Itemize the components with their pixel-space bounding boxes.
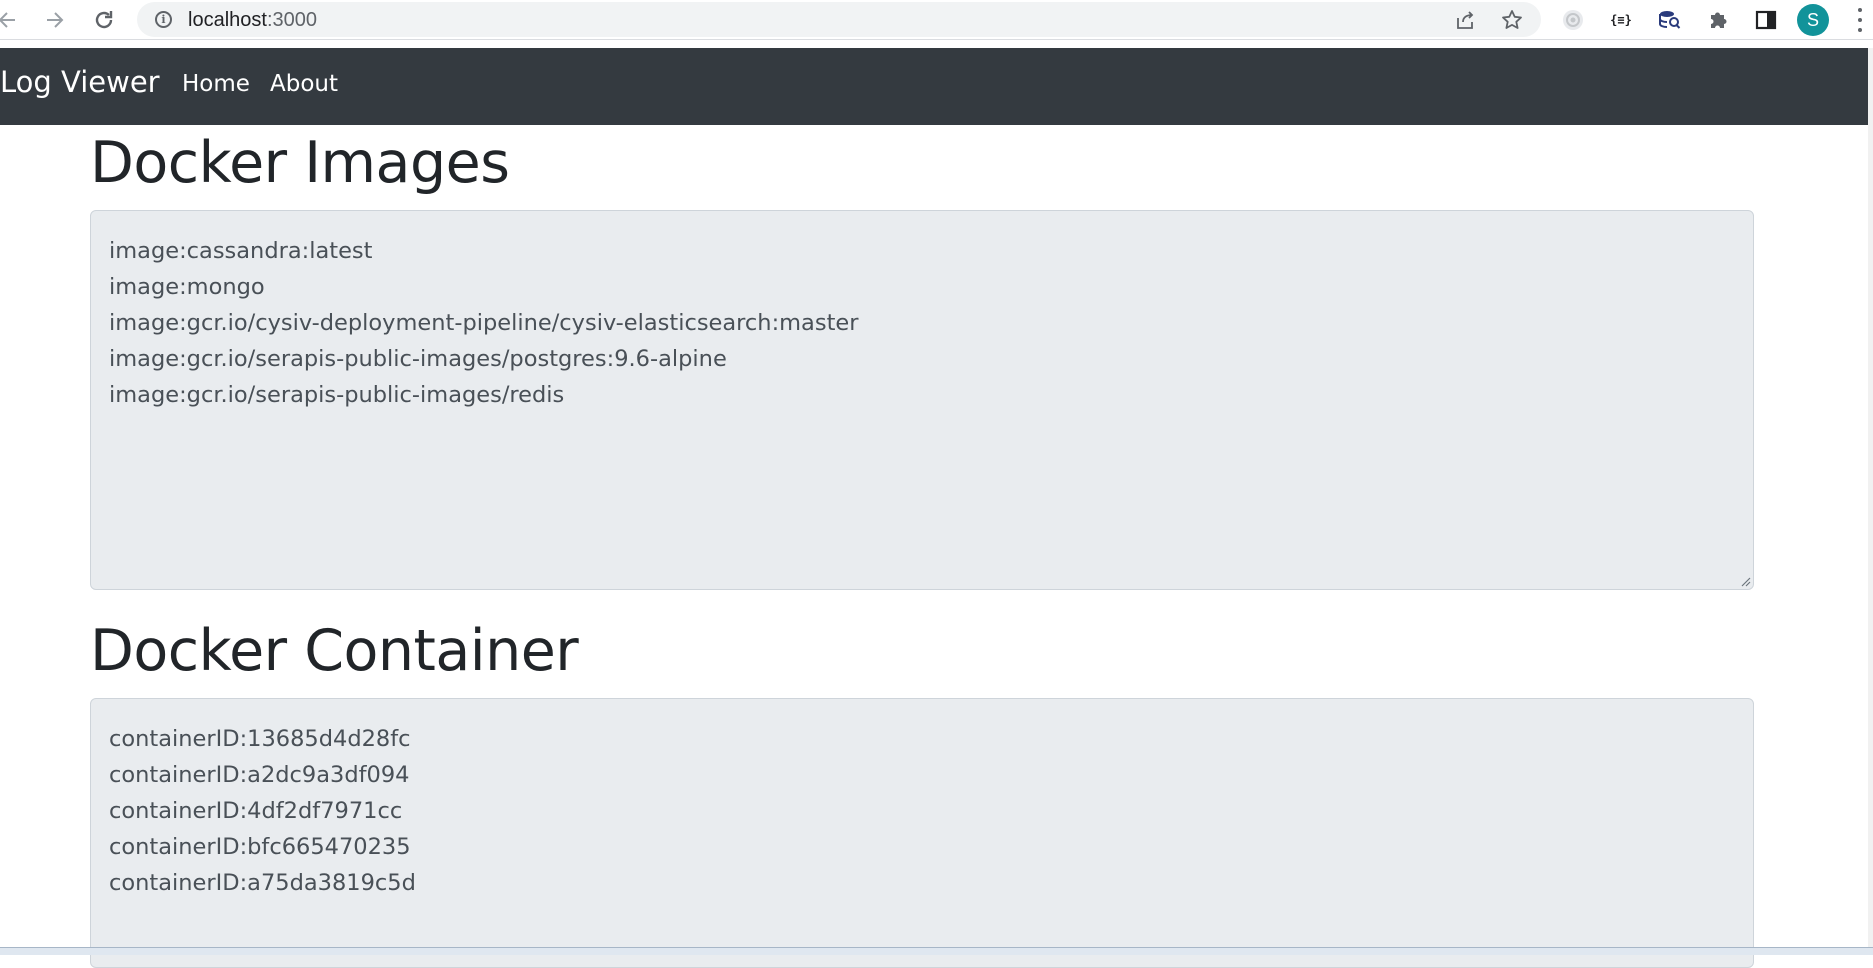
- extension-json-icon[interactable]: {≡}: [1608, 7, 1634, 33]
- nav-link-home[interactable]: Home: [182, 71, 250, 97]
- image-line: image:gcr.io/serapis-public-images/postg…: [109, 346, 727, 372]
- window-bottom-edge: [0, 947, 1873, 955]
- extension-database-icon[interactable]: [1656, 7, 1682, 33]
- resize-handle-icon[interactable]: [1739, 575, 1751, 587]
- container-line: containerID:a2dc9a3df094: [109, 762, 410, 788]
- container-line: containerID:13685d4d28fc: [109, 726, 411, 752]
- url-host: localhost: [188, 9, 267, 31]
- navbar-brand[interactable]: Log Viewer: [0, 65, 160, 99]
- address-bar[interactable]: i localhost:3000: [137, 2, 1541, 37]
- extensions-puzzle-icon[interactable]: [1705, 7, 1731, 33]
- side-panel-icon[interactable]: [1753, 7, 1779, 33]
- url-text[interactable]: localhost:3000: [188, 9, 317, 32]
- container-line: containerID:4df2df7971cc: [109, 798, 403, 824]
- forward-arrow-icon[interactable]: [42, 7, 68, 33]
- docker-container-heading: Docker Container: [90, 618, 579, 684]
- nav-link-about[interactable]: About: [270, 71, 338, 97]
- container-line: containerID:bfc665470235: [109, 834, 411, 860]
- docker-images-textarea[interactable]: image:cassandra:latest image:mongo image…: [90, 210, 1754, 590]
- bookmark-star-icon[interactable]: [1500, 8, 1524, 32]
- image-line: image:gcr.io/serapis-public-images/redis: [109, 382, 565, 408]
- container-line: containerID:a75da3819c5d: [109, 870, 416, 896]
- profile-avatar[interactable]: S: [1797, 4, 1829, 36]
- image-line: image:cassandra:latest: [109, 238, 373, 264]
- reload-icon[interactable]: [91, 7, 117, 33]
- back-arrow-icon[interactable]: [0, 7, 20, 33]
- url-port: :3000: [266, 9, 317, 31]
- page-scrollbar[interactable]: [1868, 48, 1873, 947]
- browser-toolbar: i localhost:3000 {≡} S: [0, 0, 1873, 40]
- browser-menu-icon[interactable]: [1856, 8, 1864, 32]
- docker-container-textarea[interactable]: containerID:13685d4d28fc containerID:a2d…: [90, 698, 1754, 968]
- image-line: image:mongo: [109, 274, 265, 300]
- share-icon[interactable]: [1453, 8, 1477, 32]
- extension-target-icon[interactable]: [1560, 7, 1586, 33]
- image-line: image:gcr.io/cysiv-deployment-pipeline/c…: [109, 310, 859, 336]
- app-navbar: Log Viewer Home About: [0, 48, 1868, 125]
- site-info-icon[interactable]: i: [155, 11, 172, 28]
- docker-images-heading: Docker Images: [90, 130, 510, 196]
